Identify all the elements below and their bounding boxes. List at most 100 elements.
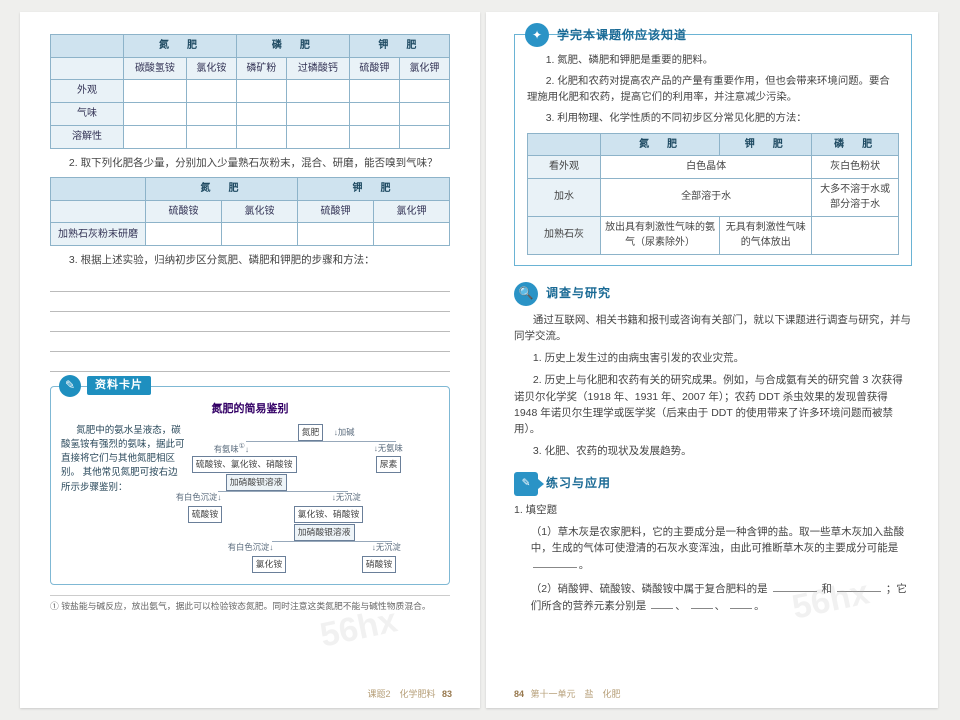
str-look-label: 看外观 [528,156,601,179]
row-smell: 气味 [51,103,124,126]
sub-2: 氯化铵 [186,57,236,80]
dn-white2: 有白色沉淀↓ [228,541,274,554]
t2-corner [51,178,146,201]
row-look: 外观 [51,80,124,103]
research-1: 1. 历史上发生过的由病虫害引发的农业灾荒。 [514,350,912,366]
and-text: 和 [821,583,832,595]
group-p: 磷 肥 [236,35,349,58]
footnote: ① 铵盐能与碱反应，放出氨气，据此可以检验铵态氮肥。同时注意这类氮肥不能与碱性物… [50,595,450,614]
research-3: 3. 化肥、农药的现状及发展趋势。 [514,443,912,459]
t2-n: 氮 肥 [146,178,298,201]
sum-p3: 3. 利用物理、化学性质的不同初步区分常见化肥的方法： [527,111,899,127]
table-fertilizer-properties: 氮 肥 磷 肥 钾 肥 碳酸氢铵 氯化铵 磷矿粉 过磷酸钙 硫酸钾 氯化钾 外观… [50,34,450,149]
dn-s2: 氯化铵、硝酸铵 [294,506,364,524]
research-intro: 通过互联网、相关书籍和报刊或咨询有关部门，就以下课题进行调查与研究，并与同学交流… [514,312,912,345]
left-content: 氮 肥 磷 肥 钾 肥 碳酸氢铵 氯化铵 磷矿粉 过磷酸钙 硫酸钾 氯化钾 外观… [50,34,450,686]
answer-line-2[interactable] [50,295,450,312]
exercise-1-1: （1）草木灰是农家肥料，它的主要成分是一种含钾的盐。取一些草木灰加入盐酸中，生成… [531,524,912,574]
blank-e1[interactable] [651,597,673,609]
sub-3: 磷矿粉 [236,57,286,80]
right-footer-text: 第十一单元 盐 化肥 [531,689,621,699]
sum-p2: 2. 化肥和农药对提高农产品的产量有重要作用，但也会带来环境问题。要合理施用化肥… [527,74,899,106]
page-spread: 氮 肥 磷 肥 钾 肥 碳酸氢铵 氯化铵 磷矿粉 过磷酸钙 硫酸钾 氯化钾 外观… [0,0,960,720]
dn-root: 氮肥 [298,424,324,442]
sth-k: 钾 肥 [720,133,812,156]
info-icon: ✎ [59,375,81,397]
dn-row1: 硫酸铵、氯化铵、硝酸铵 [192,456,297,474]
exercise-1-2: （2）硝酸钾、硫酸铵、磷酸铵中属于复合肥料的是 和 ；它们所含的营养元素分别是 … [531,580,912,615]
exercise-1-head: 1. 填空题 [514,502,912,518]
lightbulb-icon: ✦ [525,23,549,47]
dn-no-smell: ↓无氨味 [374,442,403,455]
answer-line-1[interactable] [50,275,450,292]
blank-f1[interactable] [773,580,817,592]
left-page-number: 83 [442,689,452,699]
dn-arrow-label: ↓加碱 [334,426,355,439]
blank-e3[interactable] [730,597,752,609]
str-look-nk: 白色晶体 [601,156,812,179]
sth-n: 氮 肥 [601,133,720,156]
card-left-text: 氮肥中的氨水呈液态，碳酸氢铵有强烈的氨味，据此可直接将它们与其他氮肥相区别。 其… [61,424,186,574]
research-head: 🔍 调查与研究 [514,282,912,306]
t2s4: 氯化钾 [374,200,450,223]
str-lime-n: 放出具有刺激性气味的氨气（尿素除外） [601,216,720,254]
answer-line-4[interactable] [50,335,450,352]
sub-5: 硫酸钾 [349,57,399,80]
answer-line-5[interactable] [50,355,450,372]
dn-c1: 氯化铵 [252,556,286,574]
dn-noppt2: ↓无沉淀 [372,541,401,554]
step-3-text: 3. 根据上述实验，归纳初步区分氮肥、磷肥和钾肥的步骤和方法： [50,252,450,268]
str-lime-k: 无具有刺激性气味的气体放出 [720,216,812,254]
row-solub: 溶解性 [51,126,124,149]
right-page-number: 84 [514,689,524,699]
right-content: ✦ 学完本课题你应该知道 1. 氮肥、磷肥和钾肥是重要的肥料。 2. 化肥和农药… [514,34,912,686]
summary-title: 学完本课题你应该知道 [557,26,687,45]
blank-e2[interactable] [691,597,713,609]
blank-compound[interactable] [533,556,577,568]
t2-k: 钾 肥 [298,178,450,201]
sub-corner [51,57,124,80]
t2s2: 氯化铵 [222,200,298,223]
card-diagram: 氮肥 ↓加碱 有氨味①↓ ↓无氨味 硫酸铵、氯化铵、硝酸铵 尿素 加硝酸钡溶液 … [194,424,439,574]
left-footer-text: 课题2 化学肥料 [367,689,435,699]
t2s3: 硫酸钾 [298,200,374,223]
card-tag: 资料卡片 [87,376,151,395]
corner-cell [51,35,124,58]
dn-silver: 加硝酸银溶液 [294,524,355,542]
blank-f2[interactable] [837,580,881,592]
str-water-nk: 全部溶于水 [601,178,812,216]
info-card: ✎ 资料卡片 氮肥的简易鉴别 氮肥中的氨水呈液态，碳酸氢铵有强烈的氨味，据此可直… [50,386,450,585]
dn-white1: 有白色沉淀↓ [176,491,222,504]
str-look-p: 灰白色粉状 [812,156,899,179]
exercise-head: ✎ 练习与应用 [514,472,912,496]
sum-p1: 1. 氮肥、磷肥和钾肥是重要的肥料。 [527,53,899,69]
magnifier-icon: 🔍 [514,282,538,306]
dn-s1: 硫酸铵 [188,506,222,524]
page-right: ✦ 学完本课题你应该知道 1. 氮肥、磷肥和钾肥是重要的肥料。 2. 化肥和农药… [486,12,938,708]
t2-rowlabel: 加熟石灰粉末研磨 [51,223,146,246]
str-water-p: 大多不溶于水或部分溶于水 [812,178,899,216]
page-left: 氮 肥 磷 肥 钾 肥 碳酸氢铵 氯化铵 磷矿粉 过磷酸钙 硫酸钾 氯化钾 外观… [20,12,480,708]
summary-table: 氮 肥 钾 肥 磷 肥 看外观 白色晶体 灰白色粉状 加水 全部溶于水 大多不溶… [527,133,899,255]
q1b-text: （2）硝酸钾、硫酸铵、磷酸铵中属于复合肥料的是 [531,583,768,595]
play-icon: ✎ [514,472,538,496]
dn-has-smell: 有氨味①↓ [214,442,249,456]
q1a-text: （1）草木灰是农家肥料，它的主要成分是一种含钾的盐。取一些草木灰加入盐酸中，生成… [531,526,904,554]
str-lime-p [812,216,899,254]
step-2-text: 2. 取下列化肥各少量，分别加入少量熟石灰粉末，混合、研磨，能否嗅到气味？ [50,155,450,171]
research-2: 2. 历史上与化肥和农药有关的研究成果。例如，与合成氨有关的研究曾 3 次获得诺… [514,372,912,437]
t2s1: 硫酸铵 [146,200,222,223]
group-n: 氮 肥 [124,35,237,58]
dn-urea: 尿素 [376,456,402,474]
answer-line-3[interactable] [50,315,450,332]
dn-barium: 加硝酸钡溶液 [226,474,287,492]
right-footer: 84 第十一单元 盐 化肥 [514,688,625,702]
sub-6: 氯化钾 [399,57,449,80]
card-title: 氮肥的简易鉴别 [61,401,439,418]
exercise-title: 练习与应用 [546,474,611,493]
left-footer: 课题2 化学肥料 83 [363,688,452,702]
dn-noppt1: ↓无沉淀 [332,491,361,504]
sub-4: 过磷酸钙 [286,57,349,80]
str-water-label: 加水 [528,178,601,216]
summary-box: ✦ 学完本课题你应该知道 1. 氮肥、磷肥和钾肥是重要的肥料。 2. 化肥和农药… [514,34,912,266]
